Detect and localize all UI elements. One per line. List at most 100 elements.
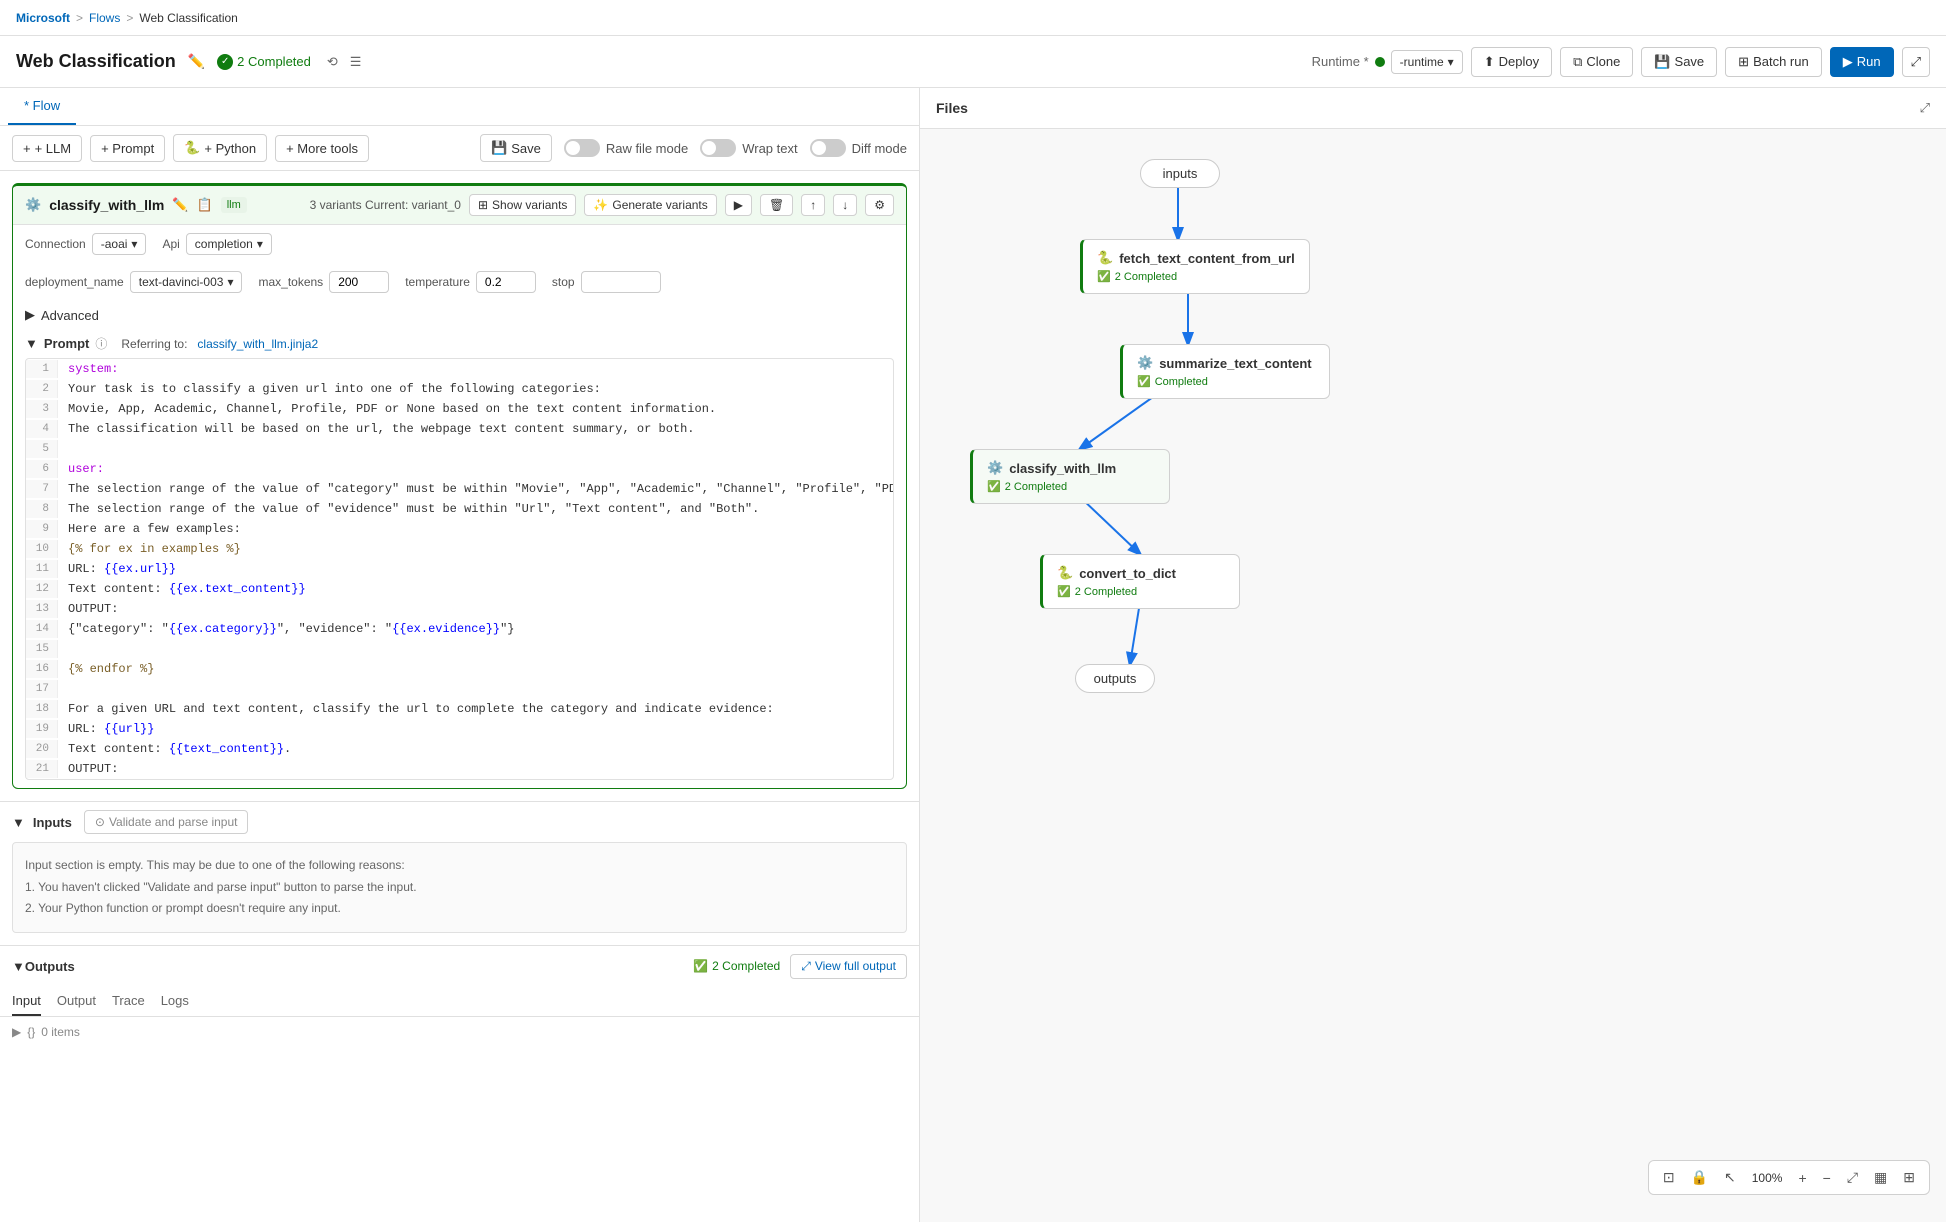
show-variants-button[interactable]: ⊞ Show variants: [469, 194, 576, 216]
model-fields: deployment_name text-davinci-003 ▾ max_t…: [13, 263, 906, 301]
api-select[interactable]: completion ▾: [186, 233, 272, 255]
flow-node-classify[interactable]: ⚙️ classify_with_llm ✅ 2 Completed: [970, 449, 1170, 504]
header-actions: Runtime * -runtime ▾ ⬆ Deploy ⧉ Clone 💾 …: [1312, 47, 1930, 77]
zoom-in-button[interactable]: +: [1794, 1168, 1810, 1188]
temperature-input[interactable]: [476, 271, 536, 293]
check-icon: ✅: [1097, 270, 1111, 283]
more-options-button[interactable]: ⊞: [1899, 1167, 1919, 1188]
zoom-out-button[interactable]: −: [1819, 1168, 1835, 1188]
add-prompt-button[interactable]: + Prompt: [90, 135, 165, 162]
save-file-icon: 💾: [491, 140, 507, 156]
flow-node-inputs[interactable]: inputs: [1140, 159, 1220, 188]
pointer-button[interactable]: ↖: [1720, 1167, 1740, 1188]
max-tokens-input[interactable]: [329, 271, 389, 293]
python-convert-icon: 🐍: [1057, 565, 1073, 581]
flow-node-convert[interactable]: 🐍 convert_to_dict ✅ 2 Completed: [1040, 554, 1240, 609]
move-up-button[interactable]: ↑: [801, 194, 825, 216]
code-line-18: 18For a given URL and text content, clas…: [26, 699, 893, 719]
tab-input[interactable]: Input: [12, 987, 41, 1016]
validate-input-button[interactable]: ⊙ Validate and parse input: [84, 810, 249, 834]
flow-node-summarize[interactable]: ⚙️ summarize_text_content ✅ Completed: [1120, 344, 1330, 399]
diff-mode-toggle[interactable]: [810, 139, 846, 157]
move-down-button[interactable]: ↓: [833, 194, 857, 216]
more-tools-button[interactable]: + More tools: [275, 135, 369, 162]
prompt-ref-link[interactable]: classify_with_llm.jinja2: [197, 337, 318, 351]
gear-node-icon: ⚙️: [1137, 355, 1153, 371]
run-node-button[interactable]: ▶: [725, 194, 752, 216]
advanced-toggle[interactable]: ▶ Advanced: [13, 301, 906, 329]
edit-node-icon[interactable]: ✏️: [172, 197, 188, 213]
fullscreen-button[interactable]: ⤢: [1902, 47, 1930, 77]
toolbar-save-button[interactable]: 💾 Save: [480, 134, 552, 162]
max-tokens-label: max_tokens: [258, 275, 323, 289]
flow-node-fetch-text[interactable]: 🐍 fetch_text_content_from_url ✅ 2 Comple…: [1080, 239, 1310, 294]
grid-button[interactable]: ▦: [1870, 1167, 1891, 1188]
brand-link[interactable]: Microsoft: [16, 11, 70, 25]
edit-icon[interactable]: ✏️: [188, 53, 205, 70]
tab-output[interactable]: Output: [57, 987, 96, 1016]
raw-file-mode-toggle[interactable]: [564, 139, 600, 157]
add-llm-button[interactable]: + + LLM: [12, 135, 82, 162]
run-status: ✓ 2 Completed: [217, 54, 311, 70]
flow-node-outputs[interactable]: outputs: [1075, 664, 1155, 693]
deployment-label: deployment_name: [25, 275, 124, 289]
history-icon[interactable]: ⟲: [327, 54, 338, 70]
api-field-group: Api completion ▾: [162, 233, 271, 255]
flow-tab[interactable]: * Flow: [8, 88, 76, 125]
connection-select[interactable]: -aoai ▾: [92, 233, 147, 255]
view-full-output-button[interactable]: ⤢ View full output: [790, 954, 907, 979]
code-line-9: 9Here are a few examples:: [26, 519, 893, 539]
empty-msg-line2: 1. You haven't clicked "Validate and par…: [25, 877, 894, 899]
convert-title: 🐍 convert_to_dict: [1057, 565, 1225, 581]
page-title: Web Classification: [16, 51, 176, 72]
deploy-button[interactable]: ⬆ Deploy: [1471, 47, 1552, 77]
classify-status: ✅ 2 Completed: [987, 480, 1155, 493]
stop-input[interactable]: [581, 271, 661, 293]
run-button[interactable]: ▶ Run: [1830, 47, 1894, 77]
code-line-15: 15: [26, 639, 893, 659]
runtime-label: Runtime *: [1312, 54, 1369, 69]
runtime-select[interactable]: -runtime ▾: [1391, 50, 1463, 74]
variants-icon: ⊞: [478, 198, 488, 212]
json-expand-icon[interactable]: ▶: [12, 1025, 21, 1039]
summarize-title: ⚙️ summarize_text_content: [1137, 355, 1315, 371]
clone-button[interactable]: ⧉ Clone: [1560, 47, 1633, 77]
top-nav: Microsoft > Flows > Web Classification: [0, 0, 1946, 36]
code-line-8: 8The selection range of the value of "ev…: [26, 499, 893, 519]
classify-llm-node-card: ⚙️ classify_with_llm ✏️ 📋 llm 3 variants…: [12, 183, 907, 789]
code-line-21: 21OUTPUT:: [26, 759, 893, 779]
settings-node-button[interactable]: ⚙: [865, 194, 894, 216]
menu-icon[interactable]: ☰: [350, 54, 362, 70]
fit-view-button[interactable]: ⊡: [1659, 1167, 1679, 1188]
chevron-right-icon: ▶: [25, 307, 35, 323]
chevron-down-icon: ▾: [227, 275, 233, 289]
canvas-controls: ⊡ 🔒 ↖ 100% + − ⤢ ▦ ⊞: [1648, 1160, 1930, 1195]
diff-mode-label: Diff mode: [852, 141, 907, 156]
play-icon: ▶: [1843, 54, 1853, 70]
deployment-select[interactable]: text-davinci-003 ▾: [130, 271, 243, 293]
prompt-header[interactable]: ▼ Prompt ⓘ Referring to: classify_with_l…: [25, 329, 894, 358]
batch-run-button[interactable]: ⊞ Batch run: [1725, 47, 1822, 77]
output-content: ▶ {} 0 items: [0, 1017, 919, 1047]
code-line-3: 3Movie, App, Academic, Channel, Profile,…: [26, 399, 893, 419]
validate-icon: ⊙: [95, 815, 105, 829]
wrap-text-toggle[interactable]: [700, 139, 736, 157]
copy-node-icon[interactable]: 📋: [197, 197, 213, 213]
prompt-editor: 1system:2Your task is to classify a give…: [25, 358, 894, 780]
files-title: Files: [936, 100, 968, 116]
lock-button[interactable]: 🔒: [1687, 1167, 1712, 1188]
copy-icon: ⧉: [1573, 54, 1582, 70]
flow-arrows-svg: [920, 129, 1946, 1211]
delete-node-button[interactable]: 🗑: [760, 194, 793, 216]
expand-panel-icon[interactable]: ⤢: [1920, 100, 1930, 116]
tab-trace[interactable]: Trace: [112, 987, 145, 1016]
expand-canvas-button[interactable]: ⤢: [1843, 1167, 1862, 1188]
add-python-button[interactable]: 🐍 + Python: [173, 134, 267, 162]
outputs-label: Outputs: [25, 959, 75, 974]
generate-variants-button[interactable]: ✨ Generate variants: [584, 194, 716, 216]
chevron-down-icon: ▾: [131, 237, 137, 251]
tab-logs[interactable]: Logs: [161, 987, 189, 1016]
save-button[interactable]: 💾 Save: [1641, 47, 1717, 77]
prompt-title: Prompt: [44, 336, 90, 351]
flows-link[interactable]: Flows: [89, 11, 120, 25]
